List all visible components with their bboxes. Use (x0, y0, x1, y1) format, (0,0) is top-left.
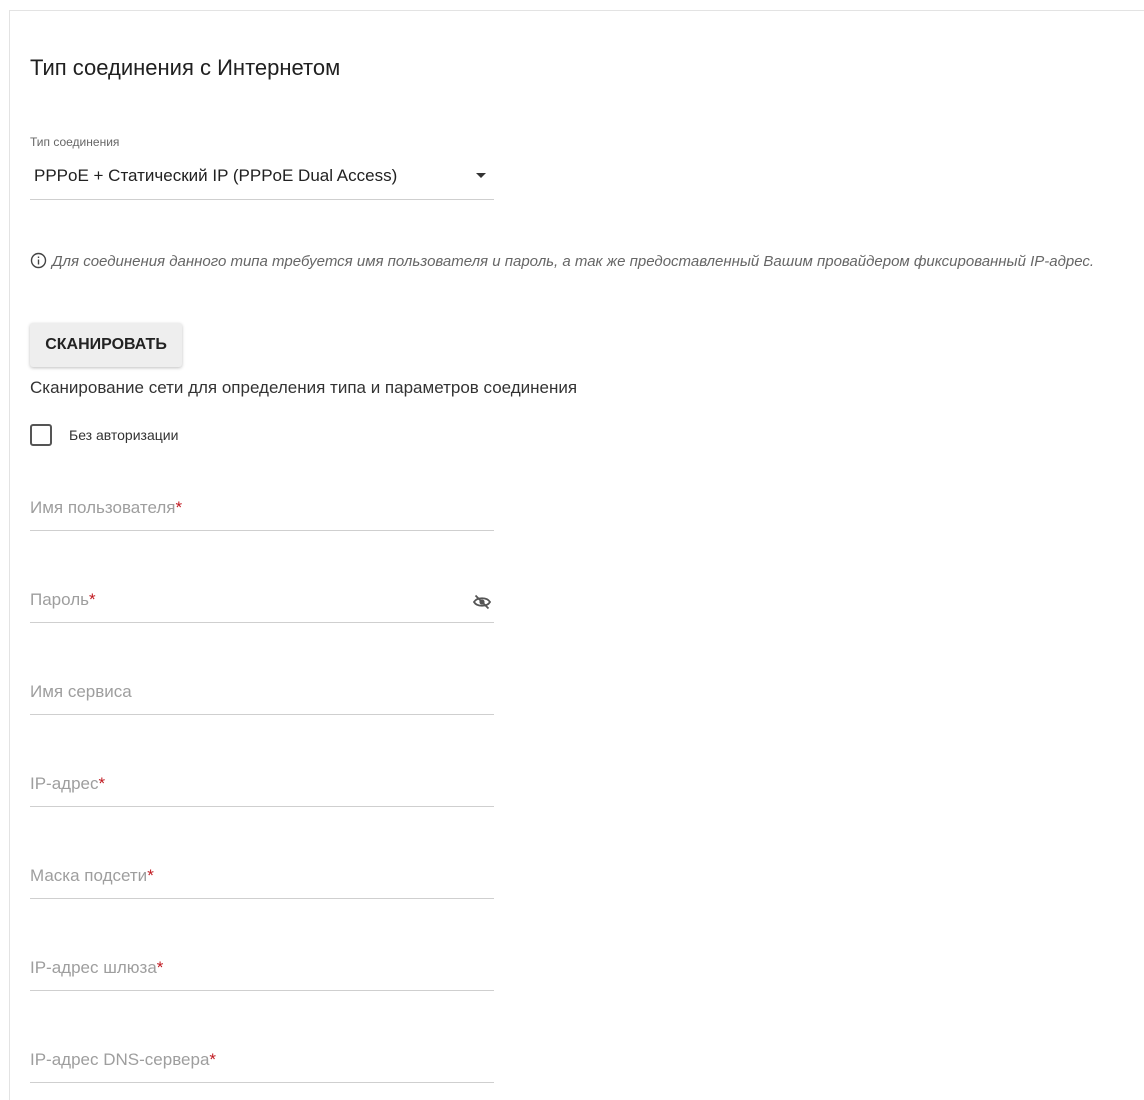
subnet-mask-placeholder: Маска подсети* (30, 866, 154, 885)
no-auth-checkbox[interactable] (30, 424, 52, 446)
connection-type-label: Тип соединения (30, 135, 120, 149)
required-mark: * (156, 958, 164, 977)
service-name-field[interactable]: Имя сервиса (30, 674, 494, 715)
scan-description: Сканирование сети для определения типа и… (30, 378, 578, 397)
info-text: Для соединения данного типа требуется им… (52, 253, 1095, 270)
username-field[interactable]: Имя пользователя* (30, 490, 494, 531)
scan-button[interactable]: СКАНИРОВАТЬ (30, 323, 182, 367)
required-mark: * (175, 498, 183, 517)
ip-address-placeholder: IP-адрес* (30, 774, 106, 793)
password-field[interactable]: Пароль* (30, 582, 494, 623)
section-title: Тип соединения с Интернетом (30, 55, 341, 80)
gateway-ip-placeholder: IP-адрес шлюза* (30, 958, 164, 977)
dns-ip-field[interactable]: IP-адрес DNS-сервера* (30, 1042, 494, 1083)
gateway-ip-field[interactable]: IP-адрес шлюза* (30, 950, 494, 991)
ip-address-field[interactable]: IP-адрес* (30, 766, 494, 807)
password-placeholder: Пароль* (30, 590, 96, 609)
required-mark: * (147, 866, 154, 885)
dns-ip-placeholder: IP-адрес DNS-сервера* (30, 1050, 217, 1069)
caret-down-icon (476, 173, 486, 178)
username-placeholder: Имя пользователя* (30, 498, 183, 517)
subnet-mask-field[interactable]: Маска подсети* (30, 858, 494, 899)
service-name-placeholder: Имя сервиса (30, 682, 132, 701)
required-mark: * (89, 590, 96, 609)
connection-type-select[interactable]: Тип соединения PPPoE + Статический IP (P… (30, 135, 494, 200)
required-mark: * (98, 774, 106, 793)
required-mark: * (209, 1050, 217, 1069)
connection-type-value: PPPoE + Статический IP (PPPoE Dual Acces… (34, 166, 398, 185)
no-auth-label: Без авторизации (69, 427, 179, 443)
info-circle-icon (30, 252, 47, 269)
info-message: Для соединения данного типа требуется им… (30, 250, 1120, 274)
eye-off-icon[interactable] (472, 592, 492, 612)
